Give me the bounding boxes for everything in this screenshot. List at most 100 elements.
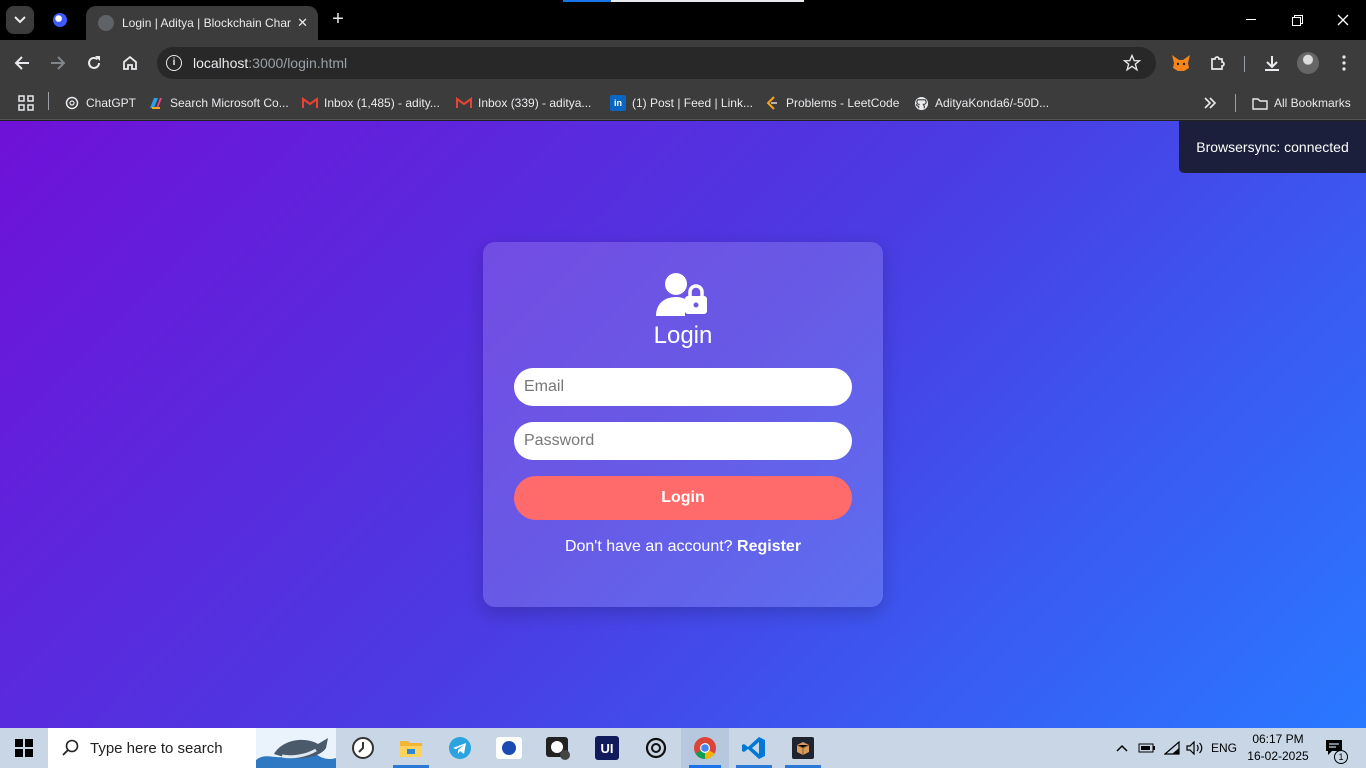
chrome-menu-button[interactable] — [1330, 49, 1358, 77]
search-placeholder: Type here to search — [90, 739, 223, 757]
password-field[interactable] — [514, 422, 852, 460]
whale-illustration — [256, 728, 336, 768]
battery-status[interactable] — [1136, 728, 1158, 768]
taskbar-chrome[interactable] — [681, 728, 729, 768]
language-indicator[interactable]: ENG — [1208, 728, 1240, 768]
bookmark-chatgpt[interactable]: ChatGPT — [64, 92, 136, 114]
start-button[interactable] — [0, 728, 48, 768]
toolbar-divider — [1244, 56, 1245, 72]
bookmark-gmail-1[interactable]: Inbox (1,485) - adity... — [302, 92, 440, 114]
address-bar[interactable]: i localhost:3000/login.html — [157, 47, 1156, 79]
globe-icon — [98, 15, 114, 31]
tab-title: Login | Aditya | Blockchain Char — [122, 16, 291, 30]
downloads-button[interactable] — [1258, 49, 1286, 77]
restore-button[interactable] — [1274, 0, 1320, 40]
speaker-icon — [1186, 741, 1203, 755]
volume-control[interactable] — [1184, 728, 1206, 768]
navigation-bar: i localhost:3000/login.html — [0, 40, 1366, 86]
register-link[interactable]: Register — [737, 538, 801, 555]
email-field[interactable] — [514, 368, 852, 406]
bookmark-label: (1) Post | Feed | Link... — [632, 96, 753, 110]
taskbar-file-explorer[interactable] — [387, 728, 435, 768]
minimize-icon — [1246, 19, 1256, 20]
arrow-right-icon — [51, 56, 66, 70]
close-icon — [1337, 14, 1349, 26]
windows-logo-icon — [15, 739, 33, 757]
taskbar-search[interactable]: Type here to search — [48, 728, 336, 768]
gmail-icon — [456, 95, 472, 111]
linkedin-icon: in — [610, 95, 626, 111]
wifi-status[interactable] — [1161, 728, 1183, 768]
chatgpt-icon — [64, 95, 80, 111]
double-chevron-right-icon — [1204, 97, 1217, 109]
bookmarks-divider — [1235, 94, 1236, 112]
all-bookmarks-button[interactable]: All Bookmarks — [1252, 92, 1351, 114]
apps-divider — [48, 92, 49, 110]
new-tab-button[interactable]: + — [326, 8, 350, 32]
bookmark-linkedin[interactable]: in (1) Post | Feed | Link... — [610, 92, 753, 114]
telegram-icon — [449, 737, 471, 759]
close-window-button[interactable] — [1320, 0, 1366, 40]
close-tab-icon[interactable]: ✕ — [297, 15, 308, 31]
chevron-down-icon — [14, 16, 26, 24]
taskbar-unstop[interactable] — [485, 728, 533, 768]
apps-button[interactable] — [18, 92, 34, 114]
taskbar-ui-app[interactable]: UI — [583, 728, 631, 768]
back-button[interactable] — [8, 49, 36, 77]
taskbar-clock[interactable]: 06:17 PM 16-02-2025 — [1243, 731, 1313, 765]
metamask-extension[interactable] — [1167, 49, 1195, 77]
taskbar-clock-app[interactable] — [339, 728, 387, 768]
page-viewport: Browsersync: connected Login Login Don't… — [0, 121, 1366, 728]
show-hidden-icons-button[interactable] — [1112, 728, 1132, 768]
chevron-up-icon — [1116, 744, 1128, 752]
profile-button[interactable] — [1294, 49, 1322, 77]
action-center-button[interactable]: 1 — [1320, 728, 1350, 768]
more-bookmarks-button[interactable] — [1203, 92, 1217, 114]
taskbar-chatgpt[interactable] — [632, 728, 680, 768]
bookmark-leetcode[interactable]: Problems - LeetCode — [764, 92, 899, 114]
chatgpt-icon — [645, 737, 667, 759]
forward-button[interactable] — [44, 49, 72, 77]
taskbar-telegram[interactable] — [436, 728, 484, 768]
bookmark-label: ChatGPT — [86, 96, 137, 110]
puzzle-icon — [1211, 56, 1225, 70]
bookmark-star-icon[interactable] — [1123, 54, 1141, 72]
pinned-tab-favicon — [53, 13, 67, 27]
url-host: localhost — [193, 55, 249, 71]
pinned-tab[interactable] — [48, 8, 72, 32]
bookmark-label: Problems - LeetCode — [786, 96, 900, 110]
url-path: :3000/login.html — [248, 55, 348, 71]
clock-app-icon — [352, 737, 374, 759]
bookmarks-bar: ChatGPT Search Microsoft Co... Inbox (1,… — [0, 86, 1366, 120]
bookmark-label: AdityaKonda6/-50D... — [935, 96, 1050, 110]
minimize-button[interactable] — [1228, 0, 1274, 40]
clock-date: 16-02-2025 — [1247, 749, 1309, 763]
notification-count: 1 — [1334, 750, 1348, 764]
unstop-icon — [496, 737, 522, 759]
active-tab[interactable]: Login | Aditya | Blockchain Char ✕ — [86, 6, 318, 40]
search-icon — [62, 739, 79, 756]
login-button[interactable]: Login — [514, 476, 852, 520]
bookmark-copilot[interactable]: Search Microsoft Co... — [148, 92, 289, 114]
copilot-icon — [148, 95, 164, 111]
login-card: Login Login Don't have an account? Regis… — [483, 242, 883, 607]
url-text: localhost:3000/login.html — [193, 55, 347, 71]
tab-search-button[interactable] — [6, 6, 34, 34]
extensions-button[interactable] — [1204, 49, 1232, 77]
reload-button[interactable] — [80, 49, 108, 77]
taskbar-vscode[interactable] — [730, 728, 778, 768]
tab-strip: Login | Aditya | Blockchain Char ✕ + — [0, 0, 1366, 40]
taskbar-github-desktop[interactable] — [534, 728, 582, 768]
bookmark-gmail-2[interactable]: Inbox (339) - aditya... — [456, 92, 591, 114]
github-desktop-icon — [546, 737, 570, 760]
folder-icon — [1252, 95, 1268, 111]
window-controls — [1228, 0, 1366, 40]
home-button[interactable] — [116, 49, 144, 77]
all-bookmarks-label: All Bookmarks — [1274, 96, 1351, 110]
bookmark-github[interactable]: AdityaKonda6/-50D... — [913, 92, 1049, 114]
site-info-icon[interactable]: i — [166, 55, 182, 71]
taskbar-package-app[interactable] — [779, 728, 827, 768]
restore-icon — [1291, 14, 1303, 26]
package-box-icon — [792, 737, 814, 759]
chrome-icon — [694, 737, 716, 759]
